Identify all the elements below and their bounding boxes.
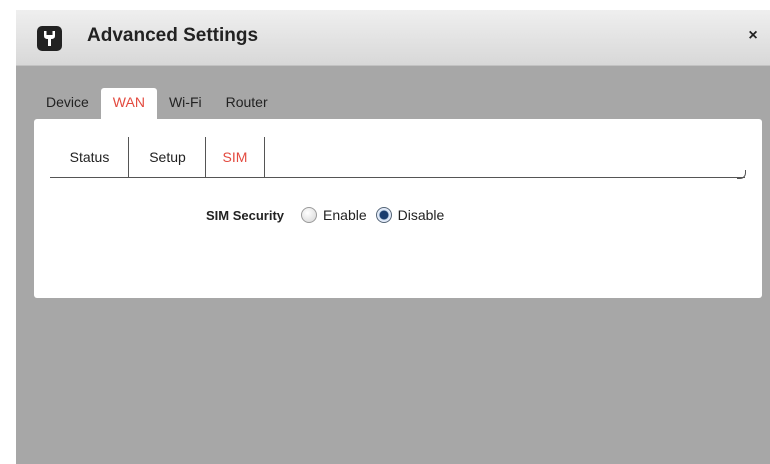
tab-device[interactable]: Device [34, 88, 101, 120]
advanced-settings-dialog: Advanced Settings × Device WAN Wi-Fi Rou… [16, 10, 770, 464]
tab-wan[interactable]: WAN [100, 88, 157, 120]
disable-radio-label[interactable]: Disable [398, 207, 445, 223]
sub-tabs: Status Setup SIM [50, 137, 746, 179]
sim-security-row: SIM Security Enable Disable [206, 203, 453, 227]
wan-panel: Status Setup SIM SIM Security Enable Dis… [34, 119, 762, 298]
main-tabs: Device WAN Wi-Fi Router [34, 88, 280, 120]
subtab-setup[interactable]: Setup [129, 137, 206, 177]
tab-router[interactable]: Router [214, 88, 280, 120]
disable-radio[interactable] [375, 207, 392, 223]
tab-wifi[interactable]: Wi-Fi [157, 88, 214, 120]
subtab-status[interactable]: Status [50, 137, 129, 177]
enable-radio[interactable] [301, 207, 318, 223]
wrench-icon [37, 26, 62, 51]
enable-radio-label[interactable]: Enable [323, 207, 367, 223]
dialog-titlebar: Advanced Settings × [16, 10, 770, 66]
subtab-sim[interactable]: SIM [206, 137, 264, 177]
dialog-title: Advanced Settings [87, 25, 259, 46]
close-icon[interactable]: × [744, 27, 762, 45]
subtab-divider [264, 137, 265, 177]
sim-security-label: SIM Security [206, 207, 285, 223]
